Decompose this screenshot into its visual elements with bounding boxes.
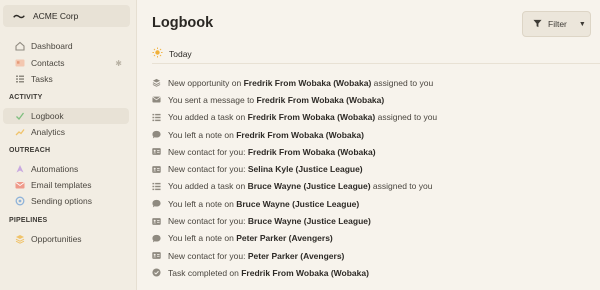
sidebar-item-label: Dashboard [31,41,73,51]
feed-item-contact-link[interactable]: Bruce Wayne (Justice League) [248,181,371,191]
logbook-icon [15,111,31,121]
note-icon [152,130,168,139]
contact-card-icon [152,217,168,226]
feed-item-contact-link[interactable]: Bruce Wayne (Justice League) [236,199,359,209]
filter-icon [533,19,542,30]
mail-icon [152,95,168,104]
sidebar-item-label: Email templates [31,180,92,190]
feed-item-text: Task completed on [168,267,242,278]
feed-item[interactable]: You added a task on Bruce Wayne (Justice… [152,178,592,195]
sidebar-item-analytics[interactable]: Analytics [3,124,129,140]
feed-item[interactable]: You sent a message to Fredrik From Wobak… [152,91,592,108]
feed-item[interactable]: You added a task on Fredrik From Wobaka … [152,109,592,126]
feed-item[interactable]: You left a note on Bruce Wayne (Justice … [152,195,592,212]
main-content: Logbook Filter ▼ Today New opportunity o… [137,0,600,290]
sun-icon [152,47,163,60]
check-circle-icon [152,268,168,277]
feed-item-text: You added a task on [168,181,248,192]
feed-item-contact-link[interactable]: Fredrik From Wobaka (Wobaka) [236,130,364,140]
feed-item[interactable]: New contact for you: Selina Kyle (Justic… [152,160,592,177]
workspace-switcher[interactable]: 〜 ACME Corp [3,5,130,27]
analytics-icon [15,127,31,137]
page-title: Logbook [152,15,214,31]
sidebar-item-tasks[interactable]: Tasks [3,71,129,87]
feed-item-text: New opportunity on [168,77,244,88]
feed-item-text: You added a task on [168,112,248,123]
feed-item-contact-link[interactable]: Peter Parker (Avengers) [236,233,333,243]
sidebar-item-opportunities[interactable]: Opportunities [3,231,129,247]
feed-item-text: New contact for you: [168,216,248,227]
sidebar-item-label: Logbook [31,111,64,121]
workspace-name: ACME Corp [33,11,79,21]
section-activity: ACTIVITY [9,94,43,101]
sidebar-item-automations[interactable]: Automations [3,161,129,177]
feed-item[interactable]: Task completed on Fredrik From Wobaka (W… [152,264,592,281]
feed-item-text: New contact for you: [168,164,248,175]
task-icon [152,113,168,122]
feed-item-text: You left a note on [168,129,237,140]
contact-card-icon [152,165,168,174]
workspace-logo: 〜 [13,9,26,24]
feed-item-text-suffix: assigned to you [370,181,433,192]
today-header: Today [152,46,600,64]
feed-item-contact-link[interactable]: Fredrik From Wobaka (Wobaka) [248,147,376,157]
contacts-badge-icon: ✱ [115,58,122,68]
logbook-feed: New opportunity on Fredrik From Wobaka (… [152,74,592,282]
feed-item-contact-link[interactable]: Fredrik From Wobaka (Wobaka) [248,112,376,122]
note-icon [152,234,168,243]
section-outreach: OUTREACH [9,147,51,154]
automations-icon [15,164,31,174]
task-icon [152,182,168,191]
sidebar: 〜 ACME Corp Dashboard Contacts ✱ Tasks A… [0,0,137,290]
feed-item[interactable]: New contact for you: Peter Parker (Aveng… [152,247,592,264]
dashboard-icon [15,41,31,51]
contacts-icon [15,58,31,68]
feed-item-contact-link[interactable]: Fredrik From Wobaka (Wobaka) [257,95,385,105]
sidebar-item-label: Sending options [31,196,92,206]
feed-item-text: You sent a message to [168,94,257,105]
feed-item[interactable]: You left a note on Fredrik From Wobaka (… [152,126,592,143]
feed-item[interactable]: New opportunity on Fredrik From Wobaka (… [152,74,592,91]
sending-options-icon [15,196,31,206]
email-templates-icon [15,180,31,190]
contact-card-icon [152,147,168,156]
filter-label: Filter [548,19,567,29]
feed-item-contact-link[interactable]: Fredrik From Wobaka (Wobaka) [241,268,369,278]
feed-item-text-suffix: assigned to you [375,112,438,123]
feed-item-contact-link[interactable]: Peter Parker (Avengers) [248,251,345,261]
sidebar-item-label: Automations [31,164,79,174]
tasks-icon [15,74,31,84]
sidebar-item-label: Opportunities [31,234,82,244]
sidebar-item-logbook[interactable]: Logbook [3,108,129,124]
today-label: Today [169,48,192,59]
sidebar-item-label: Contacts [31,58,65,68]
feed-item[interactable]: New contact for you: Bruce Wayne (Justic… [152,212,592,229]
opportunities-icon [15,234,31,244]
sidebar-item-label: Tasks [31,74,53,84]
sidebar-item-contacts[interactable]: Contacts ✱ [3,55,129,71]
sidebar-item-label: Analytics [31,127,66,137]
contact-card-icon [152,251,168,260]
feed-item[interactable]: New contact for you: Fredrik From Wobaka… [152,143,592,160]
sidebar-item-dashboard[interactable]: Dashboard [3,38,129,54]
feed-item[interactable]: You left a note on Peter Parker (Avenger… [152,230,592,247]
feed-item-text: You left a note on [168,198,237,209]
sidebar-item-email-templates[interactable]: Email templates [3,177,129,193]
feed-item-contact-link[interactable]: Selina Kyle (Justice League) [248,164,363,174]
feed-item-contact-link[interactable]: Bruce Wayne (Justice League) [248,216,371,226]
stack-icon [152,78,168,87]
section-pipelines: PIPELINES [9,217,48,224]
note-icon [152,199,168,208]
feed-item-contact-link[interactable]: Fredrik From Wobaka (Wobaka) [244,78,372,88]
feed-item-text: New contact for you: [168,250,248,261]
feed-item-text-suffix: assigned to you [371,77,434,88]
sidebar-item-sending-options[interactable]: Sending options [3,193,129,209]
chevron-down-icon: ▼ [578,20,586,28]
feed-item-text: New contact for you: [168,146,248,157]
filter-button[interactable]: Filter ▼ [522,11,591,37]
feed-item-text: You left a note on [168,233,237,244]
